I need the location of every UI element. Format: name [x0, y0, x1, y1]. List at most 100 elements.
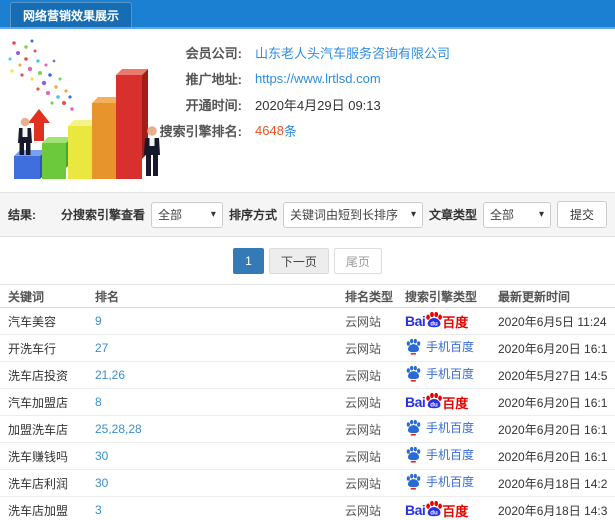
rank-type-cell: 云网站 — [345, 422, 382, 437]
updated-time-cell: 2020年6月20日 16:16 — [498, 341, 607, 356]
article-type-value: 全部 — [489, 208, 514, 222]
baidu-logo: Bai du 百度 — [405, 500, 469, 519]
keyword-cell: 汽车加盟店 — [8, 395, 69, 410]
mobile-baidu-paw-icon — [406, 365, 421, 382]
rank-cell[interactable]: 25,28,28 — [95, 422, 345, 436]
svg-text:du: du — [431, 320, 439, 327]
promo-url-link[interactable]: https://www.lrtlsd.com — [255, 71, 381, 86]
svg-text:du: du — [431, 401, 439, 408]
baidu-logo: Bai du 百度 — [405, 311, 469, 330]
keyword-rank-table: 关键词 排名 排名类型 搜索引擎类型 最新更新时间 汽车美容 9 云网站 Bai… — [0, 284, 615, 520]
keyword-cell: 洗车店投资 — [8, 368, 69, 383]
engine-filter-label: 分搜索引擎查看 — [60, 208, 145, 222]
filter-controls: 分搜索引擎查看 全部 ▾ 排序方式 关键词由短到长排序 ▾ 文章类型 全部 ▾ … — [61, 201, 607, 228]
updated-time-cell: 2020年6月18日 14:30 — [498, 503, 607, 518]
engine-filter-select[interactable]: 全部 ▾ — [150, 201, 223, 228]
svg-text:du: du — [431, 509, 439, 516]
rank-type-cell: 云网站 — [345, 314, 382, 329]
article-type-select[interactable]: 全部 ▾ — [482, 201, 551, 228]
table-row: 洗车店投资 21,26 云网站 Bai du 百度 — [0, 362, 615, 389]
table-header-row: 关键词 排名 排名类型 搜索引擎类型 最新更新时间 — [0, 285, 615, 308]
member-company-link[interactable]: 山东老人头汽车服务咨询有限公司 — [255, 43, 450, 62]
page-button-current[interactable]: 1 — [233, 248, 264, 274]
table-row: 汽车加盟店 8 云网站 Bai du 百度 2020年6月20日 16:12 — [0, 389, 615, 416]
table-row: 洗车店加盟 3 云网站 Bai du 百度 2020年6月18日 14:30 — [0, 497, 615, 520]
engine-type-cell: Bai du 百度 — [405, 473, 498, 493]
confetti-dots — [8, 39, 74, 111]
promo-url-label: 推广地址: — [185, 72, 242, 87]
promo-url-row: 推广地址: https://www.lrtlsd.com — [150, 69, 615, 88]
chevron-down-icon: ▾ — [410, 209, 416, 220]
rank-type-cell: 云网站 — [345, 341, 382, 356]
rank-type-cell: 云网站 — [345, 476, 382, 491]
rank-type-cell: 云网站 — [345, 503, 382, 518]
baidu-paw-icon: du — [426, 392, 443, 408]
rank-cell[interactable]: 9 — [95, 314, 345, 328]
member-company-label: 会员公司: — [185, 46, 242, 61]
rank-cell[interactable]: 30 — [95, 449, 345, 463]
updated-time-cell: 2020年6月20日 16:11 — [498, 422, 607, 437]
engine-type-cell: Bai du 百度 — [405, 446, 498, 466]
page-title: 网络营销效果展示 — [10, 2, 133, 27]
last-page-button[interactable]: 尾页 — [333, 248, 382, 274]
submit-button[interactable]: 提交 — [556, 201, 607, 228]
engine-type-cell: Bai du 百度 — [405, 365, 498, 385]
sort-filter-select[interactable]: 关键词由短到长排序 ▾ — [282, 201, 423, 228]
engine-rank-suffix[interactable]: 条 — [284, 121, 297, 140]
article-type-label: 文章类型 — [428, 208, 477, 222]
businessman-left — [18, 117, 32, 155]
table-row: 开洗车行 27 云网站 Bai du 百度 — [0, 335, 615, 362]
updated-time-cell: 2020年6月20日 16:12 — [498, 449, 607, 464]
keyword-cell: 开洗车行 — [8, 341, 57, 356]
table-row: 加盟洗车店 25,28,28 云网站 Bai du 百度 — [0, 416, 615, 443]
rank-type-cell: 云网站 — [345, 449, 382, 464]
table-row: 洗车赚钱吗 30 云网站 Bai du 百度 — [0, 443, 615, 470]
engine-type-cell: Bai du 百度 — [405, 392, 498, 412]
baidu-paw-icon: du — [426, 311, 443, 327]
baidu-mobile-logo: 手机百度 — [405, 446, 474, 463]
mobile-baidu-paw-icon — [406, 338, 421, 355]
keyword-cell: 洗车店加盟 — [8, 503, 69, 518]
col-header-rank: 排名 — [95, 289, 120, 304]
mobile-baidu-paw-icon — [406, 473, 421, 490]
rank-type-cell: 云网站 — [345, 395, 382, 410]
table-row: 汽车美容 9 云网站 Bai du 百度 2020年6月5日 11:24 — [0, 308, 615, 335]
engine-type-cell: Bai du 百度 — [405, 419, 498, 439]
sort-filter-value: 关键词由短到长排序 — [289, 208, 398, 222]
rank-cell[interactable]: 3 — [95, 503, 345, 517]
col-header-keyword: 关键词 — [8, 289, 45, 304]
keyword-cell: 汽车美容 — [8, 314, 57, 329]
updated-time-cell: 2020年5月27日 14:58 — [498, 368, 607, 383]
result-label: 结果: — [8, 208, 36, 222]
keyword-cell: 洗车赚钱吗 — [8, 449, 69, 464]
updated-time-cell: 2020年6月5日 11:24 — [498, 314, 607, 329]
col-header-rank-type: 排名类型 — [345, 289, 394, 304]
baidu-paw-icon: du — [426, 500, 443, 516]
rank-cell[interactable]: 21,26 — [95, 368, 345, 382]
open-time-row: 开通时间: 2020年4月29日 09:13 — [150, 95, 615, 114]
chevron-down-icon: ▾ — [538, 209, 544, 220]
col-header-updated: 最新更新时间 — [498, 289, 571, 304]
engine-type-cell: Bai du 百度 — [405, 500, 498, 520]
updated-time-cell: 2020年6月18日 14:27 — [498, 476, 607, 491]
engine-filter-value: 全部 — [157, 208, 182, 222]
mobile-baidu-paw-icon — [406, 419, 421, 436]
rank-cell[interactable]: 30 — [95, 476, 345, 490]
rank-cell[interactable]: 8 — [95, 395, 345, 409]
pagination: 1 下一页 尾页 — [0, 248, 615, 274]
table-body: 汽车美容 9 云网站 Bai du 百度 2020年6月5日 11:24 开洗车… — [0, 308, 615, 520]
baidu-logo: Bai du 百度 — [405, 392, 469, 411]
open-time-label: 开通时间: — [185, 98, 242, 113]
updated-time-cell: 2020年6月20日 16:12 — [498, 395, 607, 410]
mobile-baidu-paw-icon — [406, 446, 421, 463]
growth-chart-illustration — [8, 39, 160, 179]
engine-rank-row: 搜索引擎排名: 4648 条 — [150, 121, 615, 140]
baidu-mobile-logo: 手机百度 — [405, 419, 474, 436]
col-header-engine-type: 搜索引擎类型 — [405, 289, 478, 304]
baidu-mobile-logo: 手机百度 — [405, 473, 474, 490]
baidu-mobile-logo: 手机百度 — [405, 338, 474, 355]
next-page-button[interactable]: 下一页 — [268, 248, 329, 274]
account-info-panel: 会员公司: 山东老人头汽车服务咨询有限公司 推广地址: https://www.… — [0, 29, 615, 192]
rank-cell[interactable]: 27 — [95, 341, 345, 355]
keyword-cell: 加盟洗车店 — [8, 422, 69, 437]
